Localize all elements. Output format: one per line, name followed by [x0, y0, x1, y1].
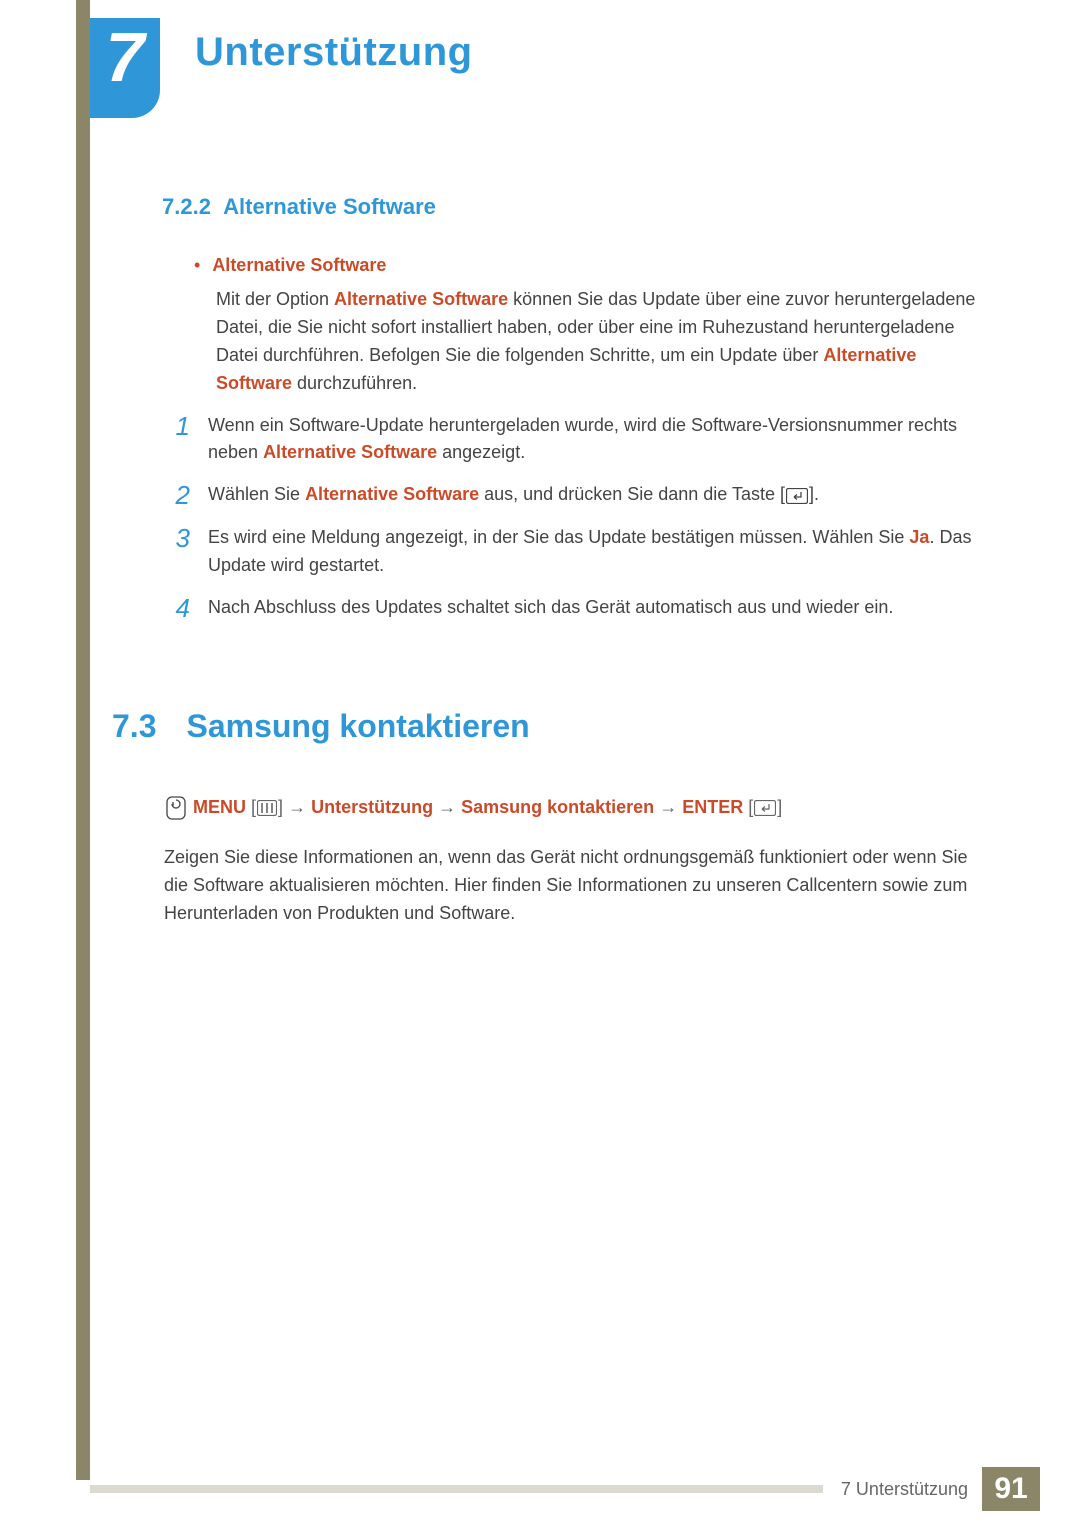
chapter-title: Unterstützung	[195, 30, 473, 75]
section-title: Samsung kontaktieren	[186, 702, 529, 752]
section-title: Alternative Software	[223, 194, 436, 219]
path-unterstuetzung: Unterstützung	[311, 797, 433, 817]
intro-paragraph: Mit der Option Alternative Software könn…	[216, 286, 992, 398]
section-heading-722: 7.2.2 Alternative Software	[162, 190, 992, 224]
footer-label: 7 Unterstützung	[823, 1479, 982, 1500]
emphasis-alternative-software: Alternative Software	[305, 484, 479, 504]
chapter-tab: 7	[90, 18, 160, 118]
step-2: 2 Wählen Sie Alternative Software aus, u…	[168, 481, 992, 510]
menu-path: MENU [] → Unterstützung → Samsung kontak…	[164, 794, 992, 822]
step-4: 4 Nach Abschluss des Updates schaltet si…	[168, 594, 992, 623]
chapter-number: 7	[106, 22, 145, 92]
footer-divider	[90, 1485, 823, 1493]
step-1: 1 Wenn ein Software-Update heruntergelad…	[168, 412, 992, 468]
bullet-dot-icon: •	[194, 256, 200, 274]
step-number: 3	[168, 524, 190, 553]
section-heading-73: 7.3 Samsung kontaktieren	[112, 702, 992, 752]
step-3: 3 Es wird eine Meldung angezeigt, in der…	[168, 524, 992, 580]
step-number: 2	[168, 481, 190, 510]
menu-icon	[257, 800, 277, 816]
page-content: 7.2.2 Alternative Software • Alternative…	[112, 190, 992, 927]
step-text: Wenn ein Software-Update heruntergeladen…	[208, 412, 992, 468]
remote-icon	[165, 796, 187, 820]
section-number: 7.2.2	[162, 194, 211, 219]
bullet-alternative-software: • Alternative Software	[194, 252, 992, 280]
emphasis-alternative-software: Alternative Software	[334, 289, 508, 309]
path-samsung-kontaktieren: Samsung kontaktieren	[461, 797, 654, 817]
step-number: 1	[168, 412, 190, 441]
footer: 7 Unterstützung 91	[90, 1467, 1040, 1511]
path-enter: ENTER	[682, 797, 743, 817]
sidebar-strip	[76, 0, 90, 1480]
section-73-body: Zeigen Sie diese Informationen an, wenn …	[164, 844, 992, 928]
section-number: 7.3	[112, 702, 156, 752]
step-text: Wählen Sie Alternative Software aus, und…	[208, 481, 992, 509]
step-text: Nach Abschluss des Updates schaltet sich…	[208, 594, 992, 622]
enter-icon	[786, 488, 808, 504]
enter-icon	[754, 800, 776, 816]
bullet-heading: Alternative Software	[212, 252, 386, 280]
step-number: 4	[168, 594, 190, 623]
emphasis-ja: Ja	[909, 527, 929, 547]
footer-page-number: 91	[982, 1467, 1040, 1511]
emphasis-alternative-software: Alternative Software	[263, 442, 437, 462]
step-text: Es wird eine Meldung angezeigt, in der S…	[208, 524, 992, 580]
path-menu: MENU	[193, 797, 246, 817]
